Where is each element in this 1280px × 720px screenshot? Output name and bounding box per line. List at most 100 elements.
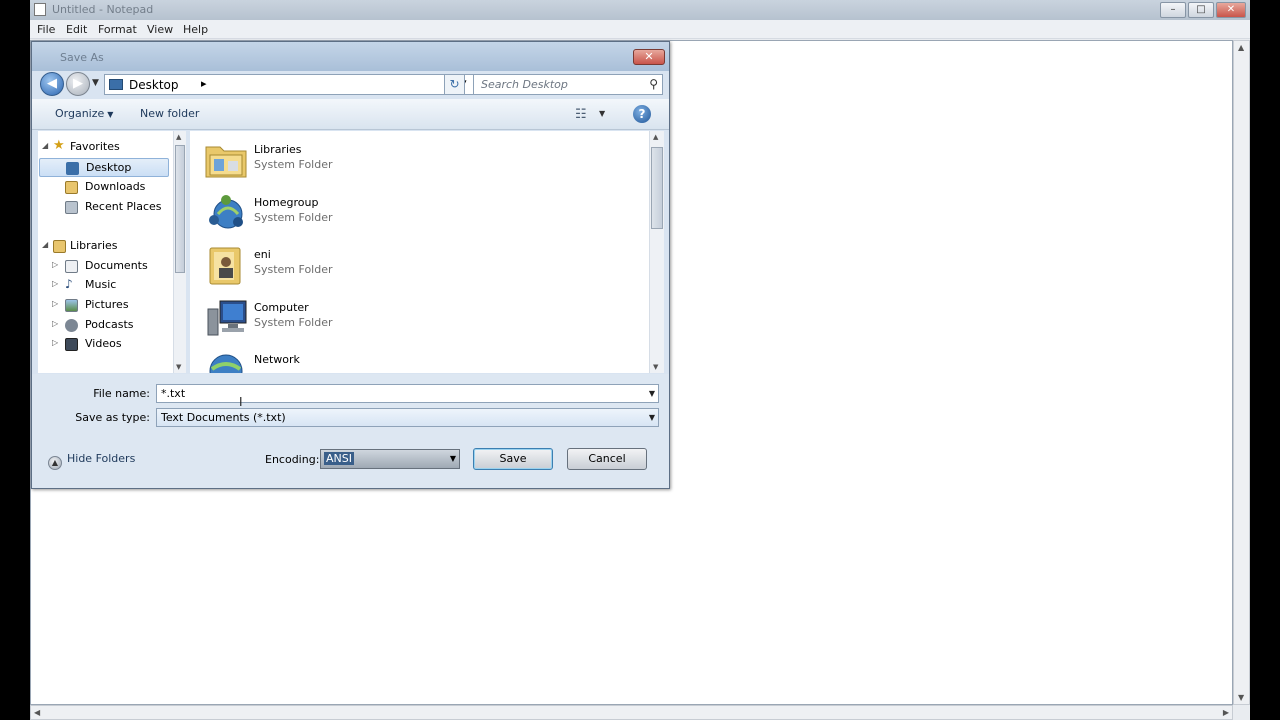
- menu-format[interactable]: Format: [98, 23, 137, 36]
- file-name-dropdown-icon[interactable]: ▼: [649, 389, 655, 398]
- save-as-type-select[interactable]: Text Documents (*.txt) ▼: [156, 408, 659, 427]
- file-name: Libraries: [254, 143, 302, 156]
- encoding-dropdown-icon[interactable]: ▼: [450, 454, 456, 463]
- notepad-titlebar: Untitled - Notepad – □ ✕: [30, 0, 1250, 20]
- menu-file[interactable]: File: [37, 23, 55, 36]
- file-list-scrollbar[interactable]: ▲ ▼: [649, 131, 664, 373]
- nav-item-desktop-label: Desktop: [86, 161, 132, 174]
- notepad-vertical-scrollbar[interactable]: ▲ ▼: [1233, 40, 1250, 705]
- save-as-type-dropdown-icon[interactable]: ▼: [649, 413, 655, 422]
- file-type: System Folder: [254, 316, 333, 329]
- scroll-down-icon[interactable]: ▼: [1238, 693, 1244, 702]
- nav-favorites[interactable]: ◢ ★ Favorites: [38, 138, 168, 157]
- collapse-icon[interactable]: ◢: [42, 240, 48, 249]
- save-button[interactable]: Save: [473, 448, 553, 470]
- search-icon[interactable]: ⚲: [649, 77, 658, 91]
- organize-button[interactable]: Organize ▼: [55, 107, 113, 120]
- videos-icon: [65, 338, 78, 351]
- help-icon[interactable]: ?: [633, 105, 651, 123]
- navigation-scrollbar[interactable]: ▲ ▼: [173, 131, 186, 373]
- hide-folders-icon: ▲: [48, 456, 62, 470]
- notepad-icon: [34, 3, 46, 16]
- address-row: ◀ ▶ ▼ Desktop ▸ ▾ ↻ Search Desktop ⚲: [32, 71, 669, 98]
- nav-item-podcasts[interactable]: ▷ Podcasts: [38, 316, 168, 335]
- collapse-icon[interactable]: ◢: [42, 141, 48, 150]
- notepad-title: Untitled - Notepad: [52, 3, 154, 16]
- views-icon[interactable]: ☷: [575, 107, 587, 122]
- new-folder-button[interactable]: New folder: [140, 107, 199, 120]
- list-item[interactable]: Network: [204, 349, 404, 373]
- nav-item-pictures[interactable]: ▷ Pictures: [38, 296, 168, 315]
- search-input[interactable]: Search Desktop ⚲: [473, 74, 663, 95]
- libraries-folder-icon: [205, 146, 247, 178]
- search-placeholder: Search Desktop: [481, 78, 568, 91]
- music-icon: ♪: [65, 277, 73, 291]
- nav-item-music[interactable]: ▷ ♪ Music: [38, 276, 168, 295]
- address-chevron-icon[interactable]: ▸: [201, 77, 207, 90]
- save-fields: File name: *.txt ▼ Save as type: Text Do…: [32, 374, 669, 488]
- expand-icon[interactable]: ▷: [52, 299, 58, 308]
- minimize-button[interactable]: –: [1160, 2, 1186, 18]
- scroll-up-icon[interactable]: ▲: [176, 133, 181, 141]
- file-name-value: *.txt: [161, 387, 186, 400]
- file-name-field[interactable]: *.txt ▼: [156, 384, 659, 403]
- back-button[interactable]: ◀: [40, 72, 64, 96]
- encoding-select[interactable]: ANSI ▼: [320, 449, 460, 469]
- address-location[interactable]: Desktop: [129, 78, 179, 92]
- menu-view[interactable]: View: [147, 23, 173, 36]
- encoding-value: ANSI: [324, 452, 354, 465]
- nav-item-videos[interactable]: ▷ Videos: [38, 335, 168, 354]
- scroll-down-icon[interactable]: ▼: [176, 363, 181, 371]
- nav-item-music-label: Music: [85, 278, 117, 291]
- file-name: Homegroup: [254, 196, 319, 209]
- scroll-down-icon[interactable]: ▼: [653, 363, 658, 371]
- expand-icon[interactable]: ▷: [52, 319, 58, 328]
- scroll-right-icon[interactable]: ▶: [1223, 708, 1229, 717]
- nav-item-recent-places-label: Recent Places: [85, 200, 162, 213]
- file-list: Libraries System Folder Homegroup System…: [190, 131, 656, 373]
- network-icon: [209, 354, 243, 373]
- nav-item-documents-label: Documents: [85, 259, 148, 272]
- scroll-thumb[interactable]: [651, 147, 663, 229]
- menu-help[interactable]: Help: [183, 23, 208, 36]
- notepad-menubar: File Edit Format View Help: [30, 20, 1250, 39]
- list-item[interactable]: eni System Folder: [204, 244, 404, 290]
- forward-button[interactable]: ▶: [66, 72, 90, 96]
- notepad-horizontal-scrollbar[interactable]: ◀ ▶: [30, 705, 1233, 720]
- scroll-up-icon[interactable]: ▲: [1238, 43, 1244, 52]
- nav-item-podcasts-label: Podcasts: [85, 318, 134, 331]
- history-dropdown-icon[interactable]: ▼: [92, 78, 99, 88]
- organize-label: Organize: [55, 107, 105, 120]
- nav-libraries[interactable]: ◢ Libraries: [38, 237, 168, 256]
- close-button[interactable]: ✕: [1216, 2, 1246, 18]
- maximize-button[interactable]: □: [1188, 2, 1214, 18]
- nav-item-downloads[interactable]: Downloads: [38, 178, 168, 197]
- hide-folders-button[interactable]: ▲ Hide Folders: [48, 452, 135, 470]
- menu-edit[interactable]: Edit: [66, 23, 87, 36]
- expand-icon[interactable]: ▷: [52, 338, 58, 347]
- star-icon: ★: [53, 138, 65, 153]
- nav-libraries-label: Libraries: [70, 239, 118, 252]
- refresh-button[interactable]: ↻: [444, 74, 465, 95]
- cancel-button[interactable]: Cancel: [567, 448, 647, 470]
- nav-item-documents[interactable]: ▷ Documents: [38, 257, 168, 276]
- nav-item-recent-places[interactable]: Recent Places: [38, 198, 178, 217]
- address-bar[interactable]: Desktop ▸ ▾: [104, 74, 500, 95]
- pictures-icon: [65, 299, 78, 312]
- file-name: eni: [254, 248, 271, 261]
- dialog-close-button[interactable]: ✕: [633, 49, 665, 65]
- list-item[interactable]: Computer System Folder: [204, 297, 404, 343]
- views-dropdown-icon[interactable]: ▼: [599, 109, 605, 118]
- nav-item-desktop[interactable]: Desktop: [39, 158, 169, 177]
- list-item[interactable]: Homegroup System Folder: [204, 192, 404, 238]
- expand-icon[interactable]: ▷: [52, 260, 58, 269]
- scroll-up-icon[interactable]: ▲: [653, 133, 658, 141]
- scroll-left-icon[interactable]: ◀: [34, 708, 40, 717]
- scroll-thumb[interactable]: [175, 145, 185, 273]
- file-name-label: File name:: [93, 387, 150, 400]
- dialog-titlebar: Save As ✕: [32, 42, 669, 71]
- desktop-icon: [66, 162, 79, 175]
- expand-icon[interactable]: ▷: [52, 279, 58, 288]
- list-item[interactable]: Libraries System Folder: [204, 139, 404, 185]
- homegroup-icon: [209, 195, 243, 229]
